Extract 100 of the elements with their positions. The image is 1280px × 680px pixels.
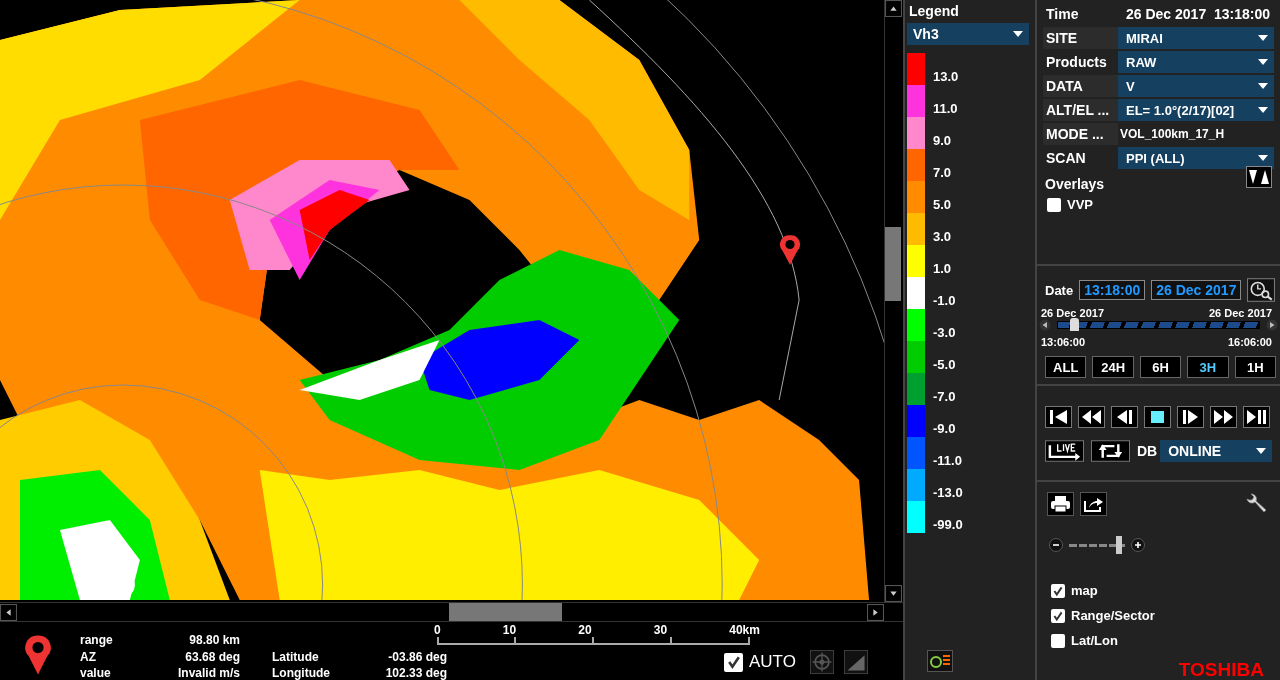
scale-label: 0 — [434, 623, 441, 637]
scroll-down-icon[interactable] — [885, 585, 902, 602]
layer-checkbox[interactable] — [1051, 633, 1065, 648]
overlays-title: Overlays — [1044, 176, 1105, 192]
field-dropdown[interactable]: PPI (ALL) — [1118, 147, 1274, 169]
legend-value: -5.0 — [933, 357, 956, 373]
field-label: SITE — [1043, 27, 1118, 49]
date-label: Date — [1045, 282, 1074, 298]
legend-value: -7.0 — [933, 389, 956, 405]
db-dropdown[interactable]: ONLINE — [1160, 440, 1272, 462]
scroll-left-icon[interactable] — [0, 603, 17, 621]
legend-value: -3.0 — [933, 325, 956, 341]
end-date: 26 Dec 2017 — [1209, 307, 1272, 319]
palette-settings-icon[interactable] — [927, 649, 953, 672]
overlay-checkbox[interactable] — [1047, 197, 1061, 212]
collapse-icon[interactable] — [1246, 166, 1272, 188]
map-pin-icon — [24, 634, 52, 676]
overlay-label: VVP — [1067, 197, 1093, 212]
stop-icon[interactable] — [1144, 406, 1171, 428]
scale-label: 20 — [578, 623, 592, 637]
field-label: Products — [1045, 53, 1108, 72]
info-value: 63.68 deg — [185, 648, 240, 665]
caret-icon — [1256, 448, 1266, 454]
legend-value: 1.0 — [933, 261, 952, 277]
scroll-thumb[interactable] — [449, 603, 562, 621]
range-button[interactable]: 6H — [1139, 356, 1182, 378]
range-button[interactable]: ALL — [1045, 356, 1087, 378]
timeline-thumb[interactable] — [1070, 318, 1080, 331]
legend-value: -13.0 — [933, 485, 963, 501]
auto-checkbox[interactable] — [724, 652, 743, 672]
step-left-icon[interactable] — [1039, 319, 1051, 331]
fast-forward-icon[interactable] — [1210, 406, 1237, 428]
zoom-in-icon[interactable] — [1131, 538, 1145, 552]
range-button[interactable]: 3H — [1187, 356, 1229, 378]
layer-label: Range/Sector — [1071, 608, 1155, 623]
share-icon[interactable] — [1080, 492, 1107, 516]
auto-label: AUTO — [749, 652, 796, 672]
legend-value: -1.0 — [933, 293, 956, 309]
clock-search-icon[interactable] — [1247, 278, 1276, 302]
time-label: Time — [1045, 5, 1080, 24]
time-field[interactable]: 13:18:00 — [1079, 280, 1146, 300]
coordinate-label: Latitude — [272, 648, 319, 665]
info-value: 98.80 km — [189, 632, 240, 649]
rewind-icon[interactable] — [1078, 406, 1105, 428]
step-right-icon[interactable] — [1266, 319, 1278, 331]
field-dropdown[interactable]: V — [1118, 75, 1274, 97]
date-field[interactable]: 26 Dec 2017 — [1151, 280, 1242, 300]
coordinate-value: 102.33 deg — [385, 665, 447, 680]
vertical-scrollbar[interactable] — [884, 0, 903, 602]
range-button[interactable]: 24H — [1092, 356, 1134, 378]
horizontal-scrollbar[interactable] — [0, 602, 903, 622]
db-label: DB — [1137, 443, 1158, 459]
field-label: MODE ... — [1043, 123, 1118, 145]
caret-icon — [1258, 107, 1268, 113]
legend-value: -9.0 — [933, 421, 956, 437]
field-label: ALT/EL ... — [1043, 99, 1118, 121]
live-icon[interactable] — [1045, 440, 1084, 462]
range-button[interactable]: 1H — [1234, 356, 1277, 378]
step-back-icon[interactable] — [1111, 406, 1138, 428]
slope-icon[interactable] — [841, 650, 870, 674]
scale-label: 10 — [502, 623, 517, 637]
skip-end-icon[interactable] — [1243, 406, 1270, 428]
step-forward-icon[interactable] — [1177, 406, 1204, 428]
skip-start-icon[interactable] — [1045, 406, 1072, 428]
map-pin-icon — [779, 234, 801, 266]
scale-label: 30 — [653, 623, 668, 637]
zoom-thumb[interactable] — [1116, 536, 1123, 554]
start-date: 26 Dec 2017 — [1041, 307, 1104, 319]
scale-label: 40km — [729, 623, 760, 637]
start-time: 13:06:00 — [1041, 336, 1086, 348]
end-time: 16:06:00 — [1227, 336, 1272, 348]
layer-checkbox[interactable] — [1051, 608, 1065, 623]
scroll-right-icon[interactable] — [867, 603, 884, 621]
legend-value: 7.0 — [933, 165, 952, 181]
legend-value: 11.0 — [933, 101, 958, 117]
legend-value: -11.0 — [933, 453, 962, 469]
layer-checkbox[interactable] — [1051, 583, 1065, 598]
legend-value: 9.0 — [933, 133, 952, 149]
caret-icon — [1258, 83, 1268, 89]
zoom-out-icon[interactable] — [1049, 538, 1063, 552]
legend-value: 5.0 — [933, 197, 952, 213]
info-label: AZ — [80, 648, 96, 665]
field-label: SCAN — [1045, 149, 1087, 168]
caret-icon — [1258, 155, 1268, 161]
scroll-thumb[interactable] — [885, 227, 901, 301]
crosshair-icon[interactable] — [807, 650, 836, 674]
legend-value: 13.0 — [933, 69, 959, 85]
field-dropdown[interactable]: RAW — [1118, 51, 1274, 73]
field-dropdown[interactable]: EL= 1.0°(2/17)[02] — [1118, 99, 1274, 121]
field-label: DATA — [1043, 75, 1118, 97]
legend-title: Legend — [909, 3, 960, 21]
printer-icon[interactable] — [1047, 492, 1074, 516]
loop-icon[interactable] — [1091, 440, 1130, 462]
coordinate-label: Longitude — [272, 665, 330, 680]
layer-label: map — [1071, 583, 1098, 598]
field-dropdown[interactable]: MIRAI — [1118, 27, 1274, 49]
timeline-track[interactable] — [1057, 321, 1260, 329]
info-value: Invalid m/s — [177, 665, 240, 680]
palette-dropdown[interactable]: Vh3 — [907, 23, 1029, 45]
scroll-up-icon[interactable] — [885, 0, 902, 17]
